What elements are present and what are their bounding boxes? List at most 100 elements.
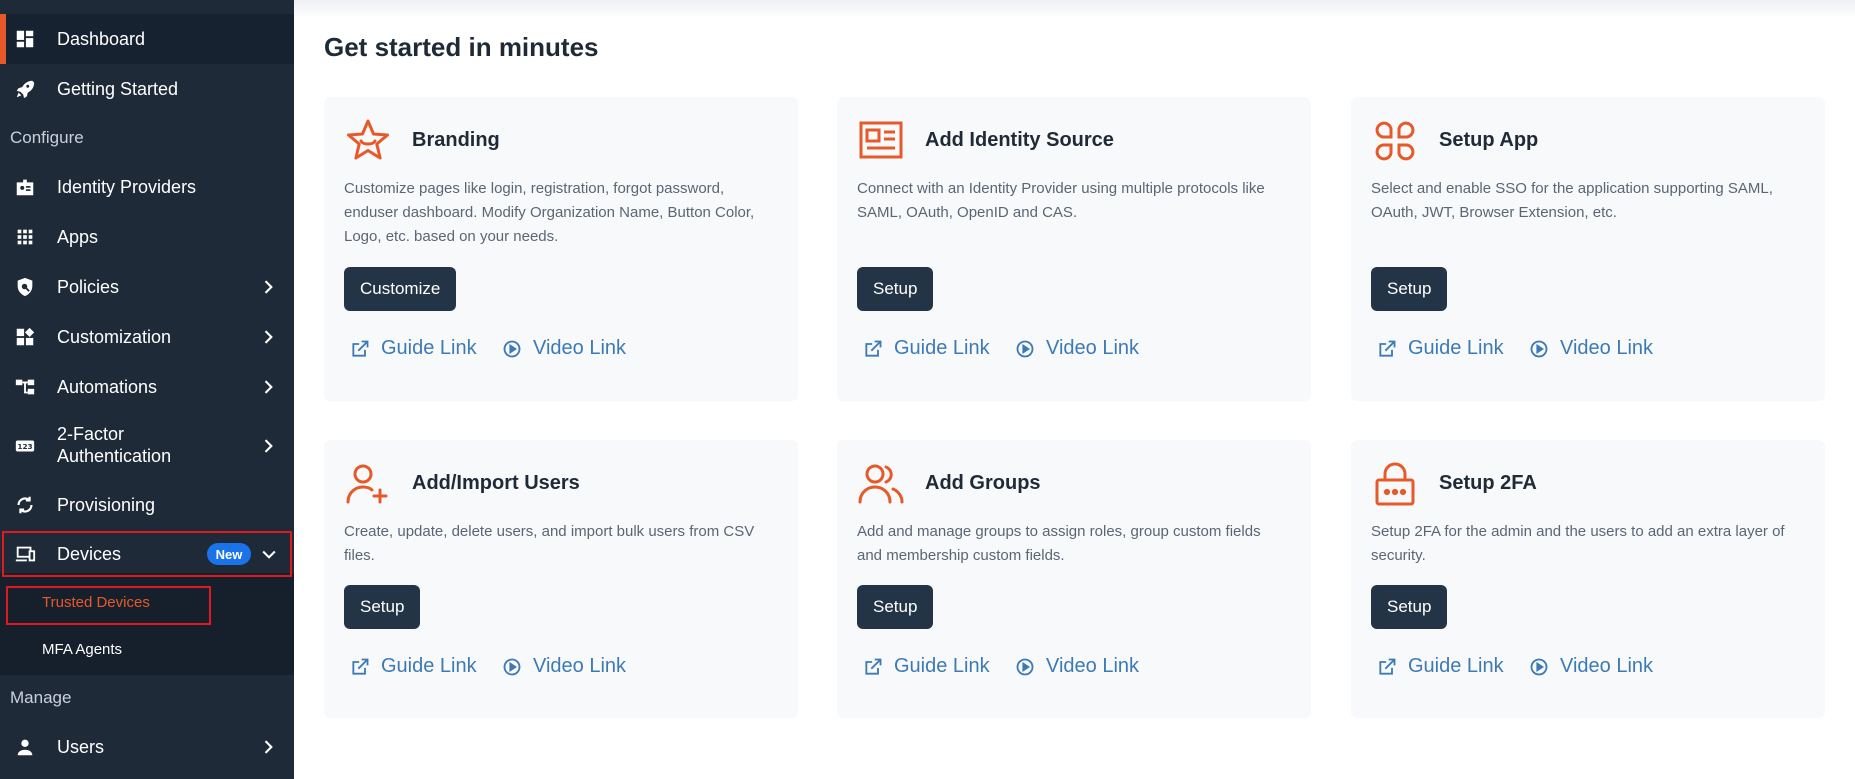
sidebar-item-customization[interactable]: Customization xyxy=(0,314,294,360)
card-title: Setup 2FA xyxy=(1439,472,1537,494)
new-badge: New xyxy=(207,543,251,565)
setup-button[interactable]: Setup xyxy=(857,585,934,629)
setup-button[interactable]: Setup xyxy=(344,585,421,629)
card-setup-app: Setup App Select and enable SSO for the … xyxy=(1351,97,1825,401)
page-title: Get started in minutes xyxy=(324,32,599,62)
sidebar-item-label: Identity Providers xyxy=(57,177,197,197)
sidebar-item-devices[interactable]: Devices New xyxy=(0,533,294,575)
setup-button[interactable]: Setup xyxy=(1371,267,1448,311)
sidebar-item-apps[interactable]: Apps xyxy=(0,214,294,260)
guide-link-label: Guide Link xyxy=(381,337,477,359)
flow-icon xyxy=(14,376,36,398)
section-label-configure: Configure xyxy=(10,128,84,147)
svg-text:123: 123 xyxy=(17,442,32,451)
sidebar-item-label: Getting Started xyxy=(57,79,179,99)
sidebar-item-users[interactable]: Users xyxy=(0,724,294,770)
sync-icon xyxy=(14,494,36,516)
card-add-groups: Add Groups Add and manage groups to assi… xyxy=(837,440,1311,718)
guide-link-label: Guide Link xyxy=(381,655,477,677)
card-title: Add/Import Users xyxy=(412,472,580,494)
dashboard-grid-icon xyxy=(14,28,36,50)
sidebar-item-label: Dashboard xyxy=(57,29,146,49)
chevron-right-icon xyxy=(258,436,278,456)
guide-link-label: Guide Link xyxy=(1408,337,1504,359)
video-link[interactable]: Video Link xyxy=(502,655,626,678)
sidebar-item-label: Provisioning xyxy=(57,495,156,515)
submenu-item-mfa-agents[interactable]: MFA Agents xyxy=(42,641,122,658)
video-link[interactable]: Video Link xyxy=(1529,337,1653,360)
external-link-icon xyxy=(1379,340,1396,357)
chevron-right-icon xyxy=(258,377,278,397)
sidebar-item-dashboard[interactable]: Dashboard xyxy=(0,14,294,64)
card-description: Create, update, delete users, and import… xyxy=(344,523,755,564)
chevron-down-icon xyxy=(259,544,279,564)
lock-icon xyxy=(1371,460,1419,508)
video-link[interactable]: Video Link xyxy=(1529,655,1653,678)
chevron-right-icon xyxy=(258,277,278,297)
sidebar-item-label: Policies xyxy=(57,277,120,297)
guide-link[interactable]: Guide Link xyxy=(350,337,477,360)
chevron-right-icon xyxy=(258,737,278,757)
sidebar-item-label-line1: 2-Factor xyxy=(57,424,125,444)
external-link-icon xyxy=(352,340,369,357)
external-link-icon xyxy=(1379,658,1396,675)
shield-icon xyxy=(14,276,36,298)
external-link-icon xyxy=(865,340,882,357)
sidebar-item-policies[interactable]: Policies xyxy=(0,264,294,310)
sidebar-item-identity-providers[interactable]: Identity Providers xyxy=(0,164,294,210)
submenu-item-trusted-devices[interactable]: Trusted Devices xyxy=(42,594,150,611)
play-circle-icon xyxy=(1016,658,1034,675)
card-description: Setup 2FA for the admin and the users to… xyxy=(1371,523,1785,564)
guide-link[interactable]: Guide Link xyxy=(1377,337,1504,360)
star-smile-icon xyxy=(344,117,392,165)
chevron-right-icon xyxy=(258,327,278,347)
video-link-label: Video Link xyxy=(533,337,627,359)
card-branding: Branding Customize pages like login, reg… xyxy=(324,97,798,401)
card-title: Branding xyxy=(412,129,500,151)
guide-link[interactable]: Guide Link xyxy=(350,655,477,678)
sidebar-item-2-factor-authentication[interactable]: 123 2-Factor Authentication xyxy=(0,418,294,474)
users-icon xyxy=(857,460,905,508)
sidebar-item-label: Customization xyxy=(57,327,172,347)
guide-link[interactable]: Guide Link xyxy=(1377,655,1504,678)
external-link-icon xyxy=(865,658,882,675)
sidebar-item-label: Users xyxy=(57,737,105,757)
card-add-identity-source: Add Identity Source Connect with an Iden… xyxy=(837,97,1311,401)
sidebar-item-provisioning[interactable]: Provisioning xyxy=(0,482,294,528)
sidebar-item-getting-started[interactable]: Getting Started xyxy=(0,64,294,114)
play-circle-icon xyxy=(503,658,521,675)
play-circle-icon xyxy=(1530,658,1548,675)
user-add-icon xyxy=(344,460,392,508)
play-circle-icon xyxy=(1016,340,1034,357)
video-link-label: Video Link xyxy=(533,655,627,677)
video-link-label: Video Link xyxy=(1560,655,1654,677)
id-badge-icon xyxy=(14,176,36,198)
guide-link[interactable]: Guide Link xyxy=(863,337,990,360)
sidebar-item-automations[interactable]: Automations xyxy=(0,364,294,410)
guide-link[interactable]: Guide Link xyxy=(863,655,990,678)
play-circle-icon xyxy=(503,340,521,357)
setup-button[interactable]: Setup xyxy=(857,267,934,311)
sidebar-item-label: Apps xyxy=(57,227,99,247)
card-description: Add and manage groups to assign roles, g… xyxy=(857,523,1261,564)
sidebar-item-label-line2: Authentication xyxy=(57,446,172,466)
setup-button[interactable]: Setup xyxy=(1371,585,1448,629)
widgets-icon xyxy=(14,326,36,348)
card-title: Setup App xyxy=(1439,129,1539,151)
apps-grid-icon xyxy=(14,226,36,248)
sidebar-item-label: Automations xyxy=(57,377,158,397)
play-circle-icon xyxy=(1530,340,1548,357)
rocket-icon xyxy=(14,78,36,100)
video-link[interactable]: Video Link xyxy=(1015,337,1139,360)
customize-button[interactable]: Customize xyxy=(344,267,457,311)
card-setup-2fa: Setup 2FA Setup 2FA for the admin and th… xyxy=(1351,440,1825,718)
video-link[interactable]: Video Link xyxy=(502,337,626,360)
video-link[interactable]: Video Link xyxy=(1015,655,1139,678)
section-label-manage: Manage xyxy=(10,688,72,707)
guide-link-label: Guide Link xyxy=(894,655,990,677)
top-shadow xyxy=(294,0,1855,18)
123-pin-icon: 123 xyxy=(14,435,36,457)
article-icon xyxy=(857,117,905,165)
video-link-label: Video Link xyxy=(1046,655,1140,677)
devices-icon xyxy=(14,543,36,565)
